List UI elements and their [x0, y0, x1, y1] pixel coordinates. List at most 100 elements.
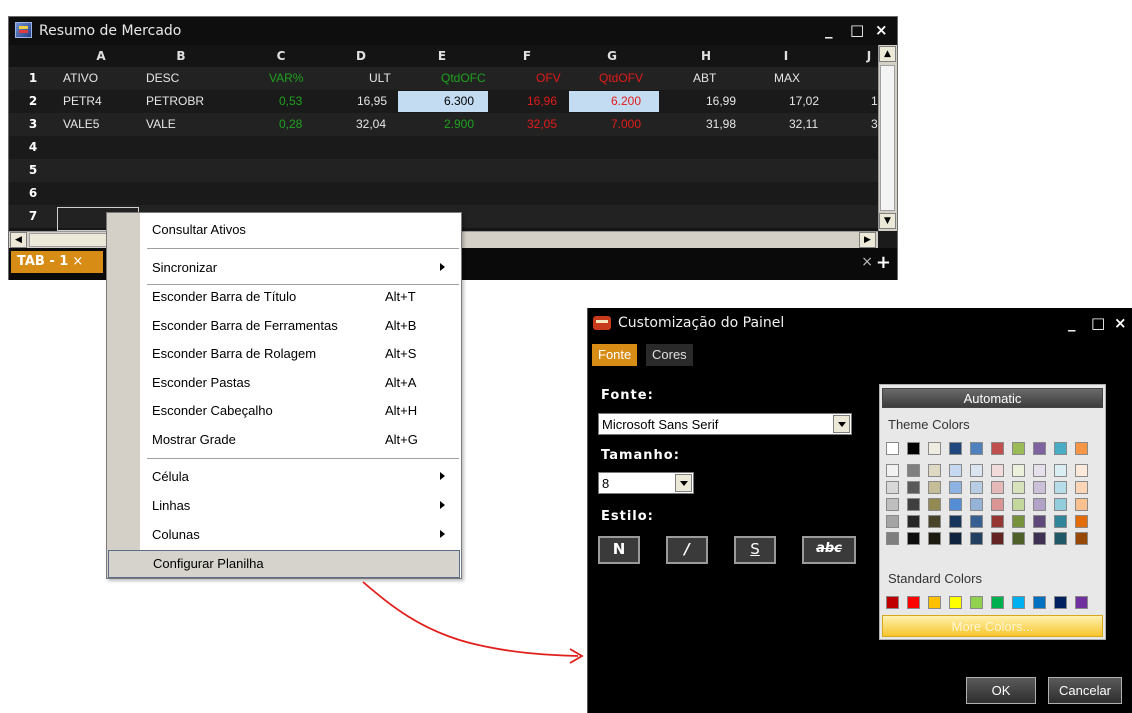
- table-row[interactable]: 4: [9, 136, 878, 159]
- cell[interactable]: 16,96: [527, 94, 557, 108]
- table-row[interactable]: 2 PETR4 PETROBR 0,53 16,95 6.300 16,96 6…: [9, 90, 878, 113]
- standard-color-swatch[interactable]: [1012, 596, 1025, 609]
- theme-shade-swatch[interactable]: [886, 481, 899, 494]
- column-header-a[interactable]: A: [71, 49, 131, 63]
- theme-color-swatch[interactable]: [1033, 442, 1046, 455]
- row-number[interactable]: 2: [9, 94, 57, 108]
- row-number[interactable]: 3: [9, 117, 57, 131]
- close-icon[interactable]: ×: [1114, 314, 1127, 332]
- theme-shade-swatch[interactable]: [970, 464, 983, 477]
- theme-shade-swatch[interactable]: [886, 464, 899, 477]
- sheet-grid[interactable]: A B C D E F G H I J 1 ATIVO DESC VAR% UL…: [9, 45, 878, 231]
- menu-item-esconder-titulo[interactable]: Esconder Barra de Título Alt+T: [107, 284, 461, 310]
- theme-shade-swatch[interactable]: [907, 515, 920, 528]
- standard-color-swatch[interactable]: [1054, 596, 1067, 609]
- theme-shade-swatch[interactable]: [970, 481, 983, 494]
- theme-shade-swatch[interactable]: [1054, 481, 1067, 494]
- cell[interactable]: 17,02: [789, 94, 819, 108]
- theme-color-swatch[interactable]: [907, 442, 920, 455]
- standard-color-swatch[interactable]: [928, 596, 941, 609]
- theme-shade-swatch[interactable]: [907, 532, 920, 545]
- cell[interactable]: 0,28: [279, 117, 302, 131]
- theme-shade-swatch[interactable]: [991, 464, 1004, 477]
- ok-button[interactable]: OK: [966, 677, 1036, 704]
- cell[interactable]: 1: [871, 94, 878, 108]
- cell[interactable]: PETR4: [63, 94, 102, 108]
- theme-shade-swatch[interactable]: [928, 515, 941, 528]
- theme-shade-swatch[interactable]: [991, 498, 1004, 511]
- table-row[interactable]: 6: [9, 182, 878, 205]
- theme-shade-swatch[interactable]: [1075, 464, 1088, 477]
- theme-shade-swatch[interactable]: [1012, 532, 1025, 545]
- cell[interactable]: PETROBR: [146, 94, 204, 108]
- table-row[interactable]: 3 VALE5 VALE 0,28 32,04 2.900 32,05 7.00…: [9, 113, 878, 136]
- more-colors-button[interactable]: More Colors...: [882, 615, 1103, 637]
- theme-shade-swatch[interactable]: [1075, 532, 1088, 545]
- underline-button[interactable]: S: [734, 536, 776, 564]
- sheet-tab-1[interactable]: TAB - 1 ×: [11, 251, 103, 273]
- theme-shade-swatch[interactable]: [1012, 464, 1025, 477]
- column-header-g[interactable]: G: [582, 49, 642, 63]
- theme-color-swatch[interactable]: [991, 442, 1004, 455]
- theme-shade-swatch[interactable]: [886, 515, 899, 528]
- cell[interactable]: ULT: [369, 71, 391, 85]
- menu-item-celula[interactable]: Célula: [107, 464, 461, 490]
- menu-item-esconder-cabecalho[interactable]: Esconder Cabeçalho Alt+H: [107, 398, 461, 424]
- theme-shade-swatch[interactable]: [949, 532, 962, 545]
- strikethrough-button[interactable]: abc: [802, 536, 856, 564]
- dialog-titlebar[interactable]: Customização do Painel _ □ ×: [588, 308, 1132, 338]
- table-row[interactable]: 1 ATIVO DESC VAR% ULT QtdOFC OFV QtdOFV …: [9, 67, 878, 90]
- theme-shade-swatch[interactable]: [970, 498, 983, 511]
- cell[interactable]: QtdOFV: [599, 71, 643, 85]
- theme-shade-swatch[interactable]: [928, 498, 941, 511]
- cell[interactable]: VALE5: [63, 117, 99, 131]
- minimize-icon[interactable]: _: [825, 21, 833, 39]
- standard-color-swatch[interactable]: [1033, 596, 1046, 609]
- close-tabs-icon[interactable]: ×: [861, 254, 873, 270]
- theme-shade-swatch[interactable]: [1054, 464, 1067, 477]
- chevron-down-icon[interactable]: [675, 474, 692, 492]
- theme-shade-swatch[interactable]: [907, 481, 920, 494]
- font-select[interactable]: Microsoft Sans Serif: [598, 413, 852, 435]
- table-row[interactable]: 5: [9, 159, 878, 182]
- row-number[interactable]: 1: [9, 71, 57, 85]
- cell[interactable]: 31,98: [706, 117, 736, 131]
- column-header-h[interactable]: H: [676, 49, 736, 63]
- cell[interactable]: QtdOFC: [441, 71, 486, 85]
- theme-shade-swatch[interactable]: [1012, 515, 1025, 528]
- theme-shade-swatch[interactable]: [886, 498, 899, 511]
- row-number[interactable]: 7: [9, 209, 57, 223]
- theme-shade-swatch[interactable]: [1012, 481, 1025, 494]
- add-tab-icon[interactable]: +: [876, 252, 891, 273]
- cell[interactable]: 16,99: [706, 94, 736, 108]
- theme-shade-swatch[interactable]: [907, 498, 920, 511]
- tab-cores[interactable]: Cores: [646, 344, 693, 366]
- theme-shade-swatch[interactable]: [970, 532, 983, 545]
- theme-shade-swatch[interactable]: [928, 481, 941, 494]
- scroll-right-icon[interactable]: ▶: [859, 232, 876, 248]
- menu-item-configurar-planilha[interactable]: Configurar Planilha: [108, 550, 460, 578]
- theme-color-swatch[interactable]: [1075, 442, 1088, 455]
- theme-shade-swatch[interactable]: [970, 515, 983, 528]
- cell[interactable]: 7.000: [611, 117, 641, 131]
- standard-color-swatch[interactable]: [949, 596, 962, 609]
- vertical-scrollbar[interactable]: ▲ ▼: [878, 45, 897, 231]
- column-header-c[interactable]: C: [251, 49, 311, 63]
- theme-shade-swatch[interactable]: [1054, 515, 1067, 528]
- theme-shade-swatch[interactable]: [1033, 498, 1046, 511]
- theme-shade-swatch[interactable]: [991, 481, 1004, 494]
- cell[interactable]: 32,05: [527, 117, 557, 131]
- maximize-icon[interactable]: □: [850, 21, 864, 39]
- menu-item-esconder-pastas[interactable]: Esconder Pastas Alt+A: [107, 370, 461, 396]
- cancel-button[interactable]: Cancelar: [1048, 677, 1122, 704]
- row-number[interactable]: 5: [9, 163, 57, 177]
- tab-fonte[interactable]: Fonte: [592, 344, 638, 366]
- cell-highlight[interactable]: [398, 91, 488, 112]
- theme-shade-swatch[interactable]: [949, 498, 962, 511]
- theme-shade-swatch[interactable]: [949, 464, 962, 477]
- theme-shade-swatch[interactable]: [1054, 498, 1067, 511]
- cell[interactable]: 6.200: [611, 94, 641, 108]
- theme-shade-swatch[interactable]: [991, 532, 1004, 545]
- column-header-e[interactable]: E: [412, 49, 472, 63]
- theme-color-swatch[interactable]: [928, 442, 941, 455]
